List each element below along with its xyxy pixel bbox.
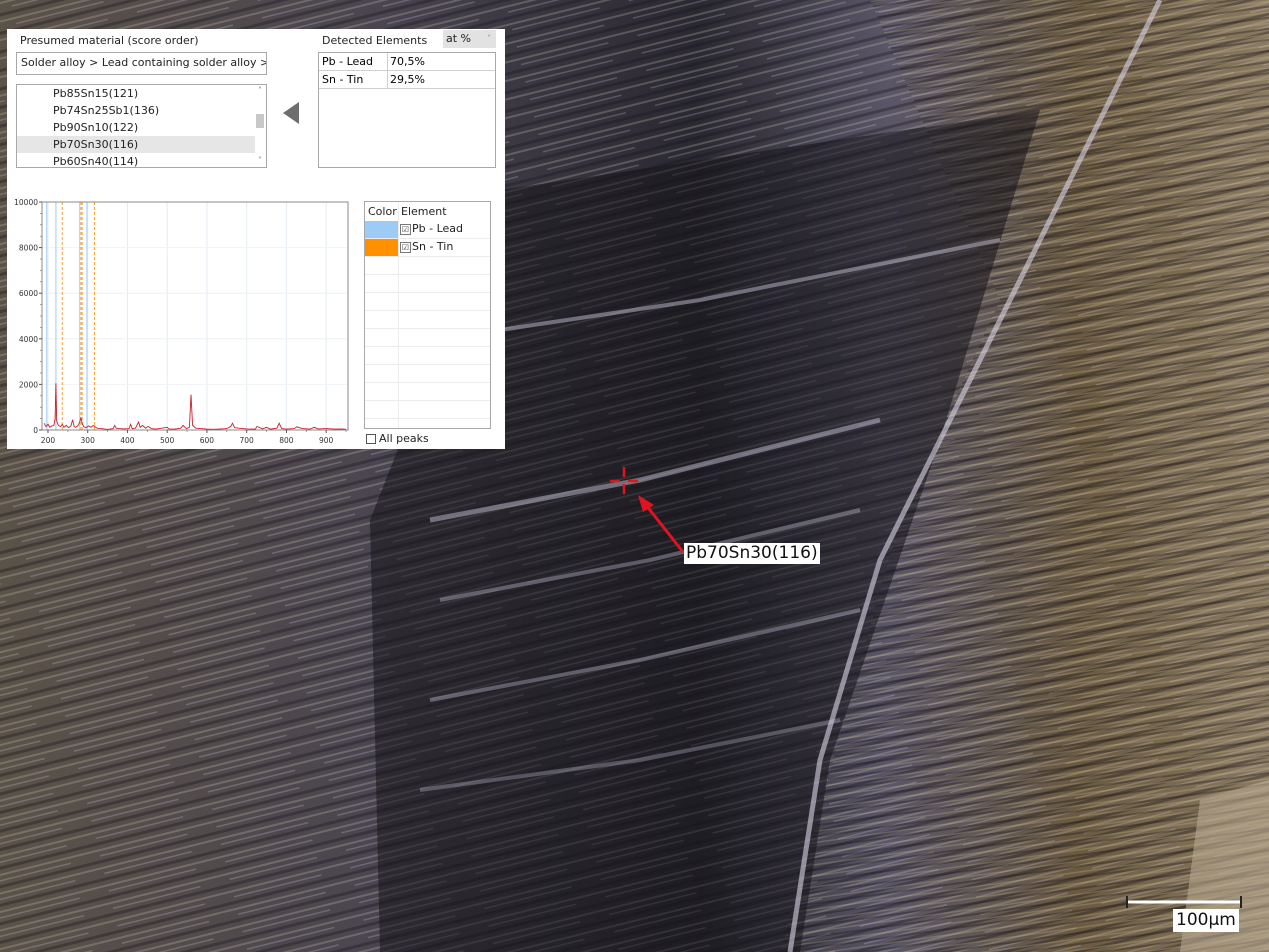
x-tick-label: 200	[41, 436, 56, 445]
x-tick-label: 300	[81, 436, 96, 445]
spectrum-line	[43, 383, 347, 430]
element-checkbox[interactable]: ☑	[400, 224, 411, 235]
list-item[interactable]: Pb74Sn25Sb1(136)	[17, 102, 255, 119]
detected-elements-title: Detected Elements	[322, 34, 428, 47]
color-swatch[interactable]	[365, 239, 398, 256]
y-tick-label: 6000	[19, 289, 38, 298]
list-scrollbar[interactable]: ˄ ˅	[254, 85, 266, 167]
y-tick-label: 0	[33, 426, 38, 435]
triangle-left-icon[interactable]	[283, 102, 299, 124]
color-swatch[interactable]	[365, 221, 398, 238]
x-tick-label: 400	[120, 436, 135, 445]
analysis-panel: Presumed material (score order) Solder a…	[7, 29, 505, 449]
element-legend: Color Element ☑ Pb - Lead ☑ Sn - Tin	[364, 201, 491, 429]
x-tick-label: 700	[239, 436, 254, 445]
y-tick-label: 10000	[14, 198, 38, 207]
table-row[interactable]: Pb - Lead 70,5%	[319, 53, 495, 71]
material-candidate-list[interactable]: Pb85Sn15(121) Pb74Sn25Sb1(136) Pb90Sn10(…	[16, 84, 267, 168]
scale-bar-label: 100µm	[1173, 909, 1239, 932]
legend-element-header: Element	[401, 205, 447, 218]
material-breadcrumb[interactable]: Solder alloy > Lead containing solder al…	[16, 52, 267, 75]
list-item[interactable]: Pb90Sn10(122)	[17, 119, 255, 136]
table-row[interactable]: Sn - Tin 29,5%	[319, 71, 495, 89]
list-item[interactable]: Pb85Sn15(121)	[17, 85, 255, 102]
x-tick-label: 500	[160, 436, 175, 445]
scrollbar-thumb[interactable]	[256, 114, 264, 128]
scroll-up-icon[interactable]: ˄	[254, 85, 266, 97]
y-tick-label: 4000	[19, 335, 38, 344]
list-item-selected[interactable]: Pb70Sn30(116)	[17, 136, 255, 153]
chevron-down-icon: ˅	[487, 34, 491, 43]
y-tick-label: 8000	[19, 244, 38, 253]
legend-color-header: Color	[368, 205, 397, 218]
x-tick-label: 900	[319, 436, 334, 445]
x-tick-label: 800	[279, 436, 294, 445]
legend-row: ☑ Pb - Lead	[365, 221, 490, 239]
unit-dropdown[interactable]: at % ˅	[443, 30, 496, 48]
presumed-material-title: Presumed material (score order)	[20, 34, 199, 47]
list-item[interactable]: Pb60Sn40(114)	[17, 153, 255, 170]
scroll-down-icon[interactable]: ˅	[254, 155, 266, 167]
element-checkbox[interactable]: ☑	[400, 242, 411, 253]
spectrum-chart[interactable]: 0 2000 4000 6000 8000 10000 200 300 400 500 600 70…	[7, 194, 357, 449]
y-tick-label: 2000	[19, 380, 38, 389]
x-tick-label: 600	[200, 436, 215, 445]
detected-elements-table: Pb - Lead 70,5% Sn - Tin 29,5%	[318, 52, 496, 168]
annotation-label: Pb70Sn30(116)	[684, 543, 820, 564]
all-peaks-checkbox[interactable]	[366, 434, 376, 444]
legend-row: ☑ Sn - Tin	[365, 239, 490, 257]
